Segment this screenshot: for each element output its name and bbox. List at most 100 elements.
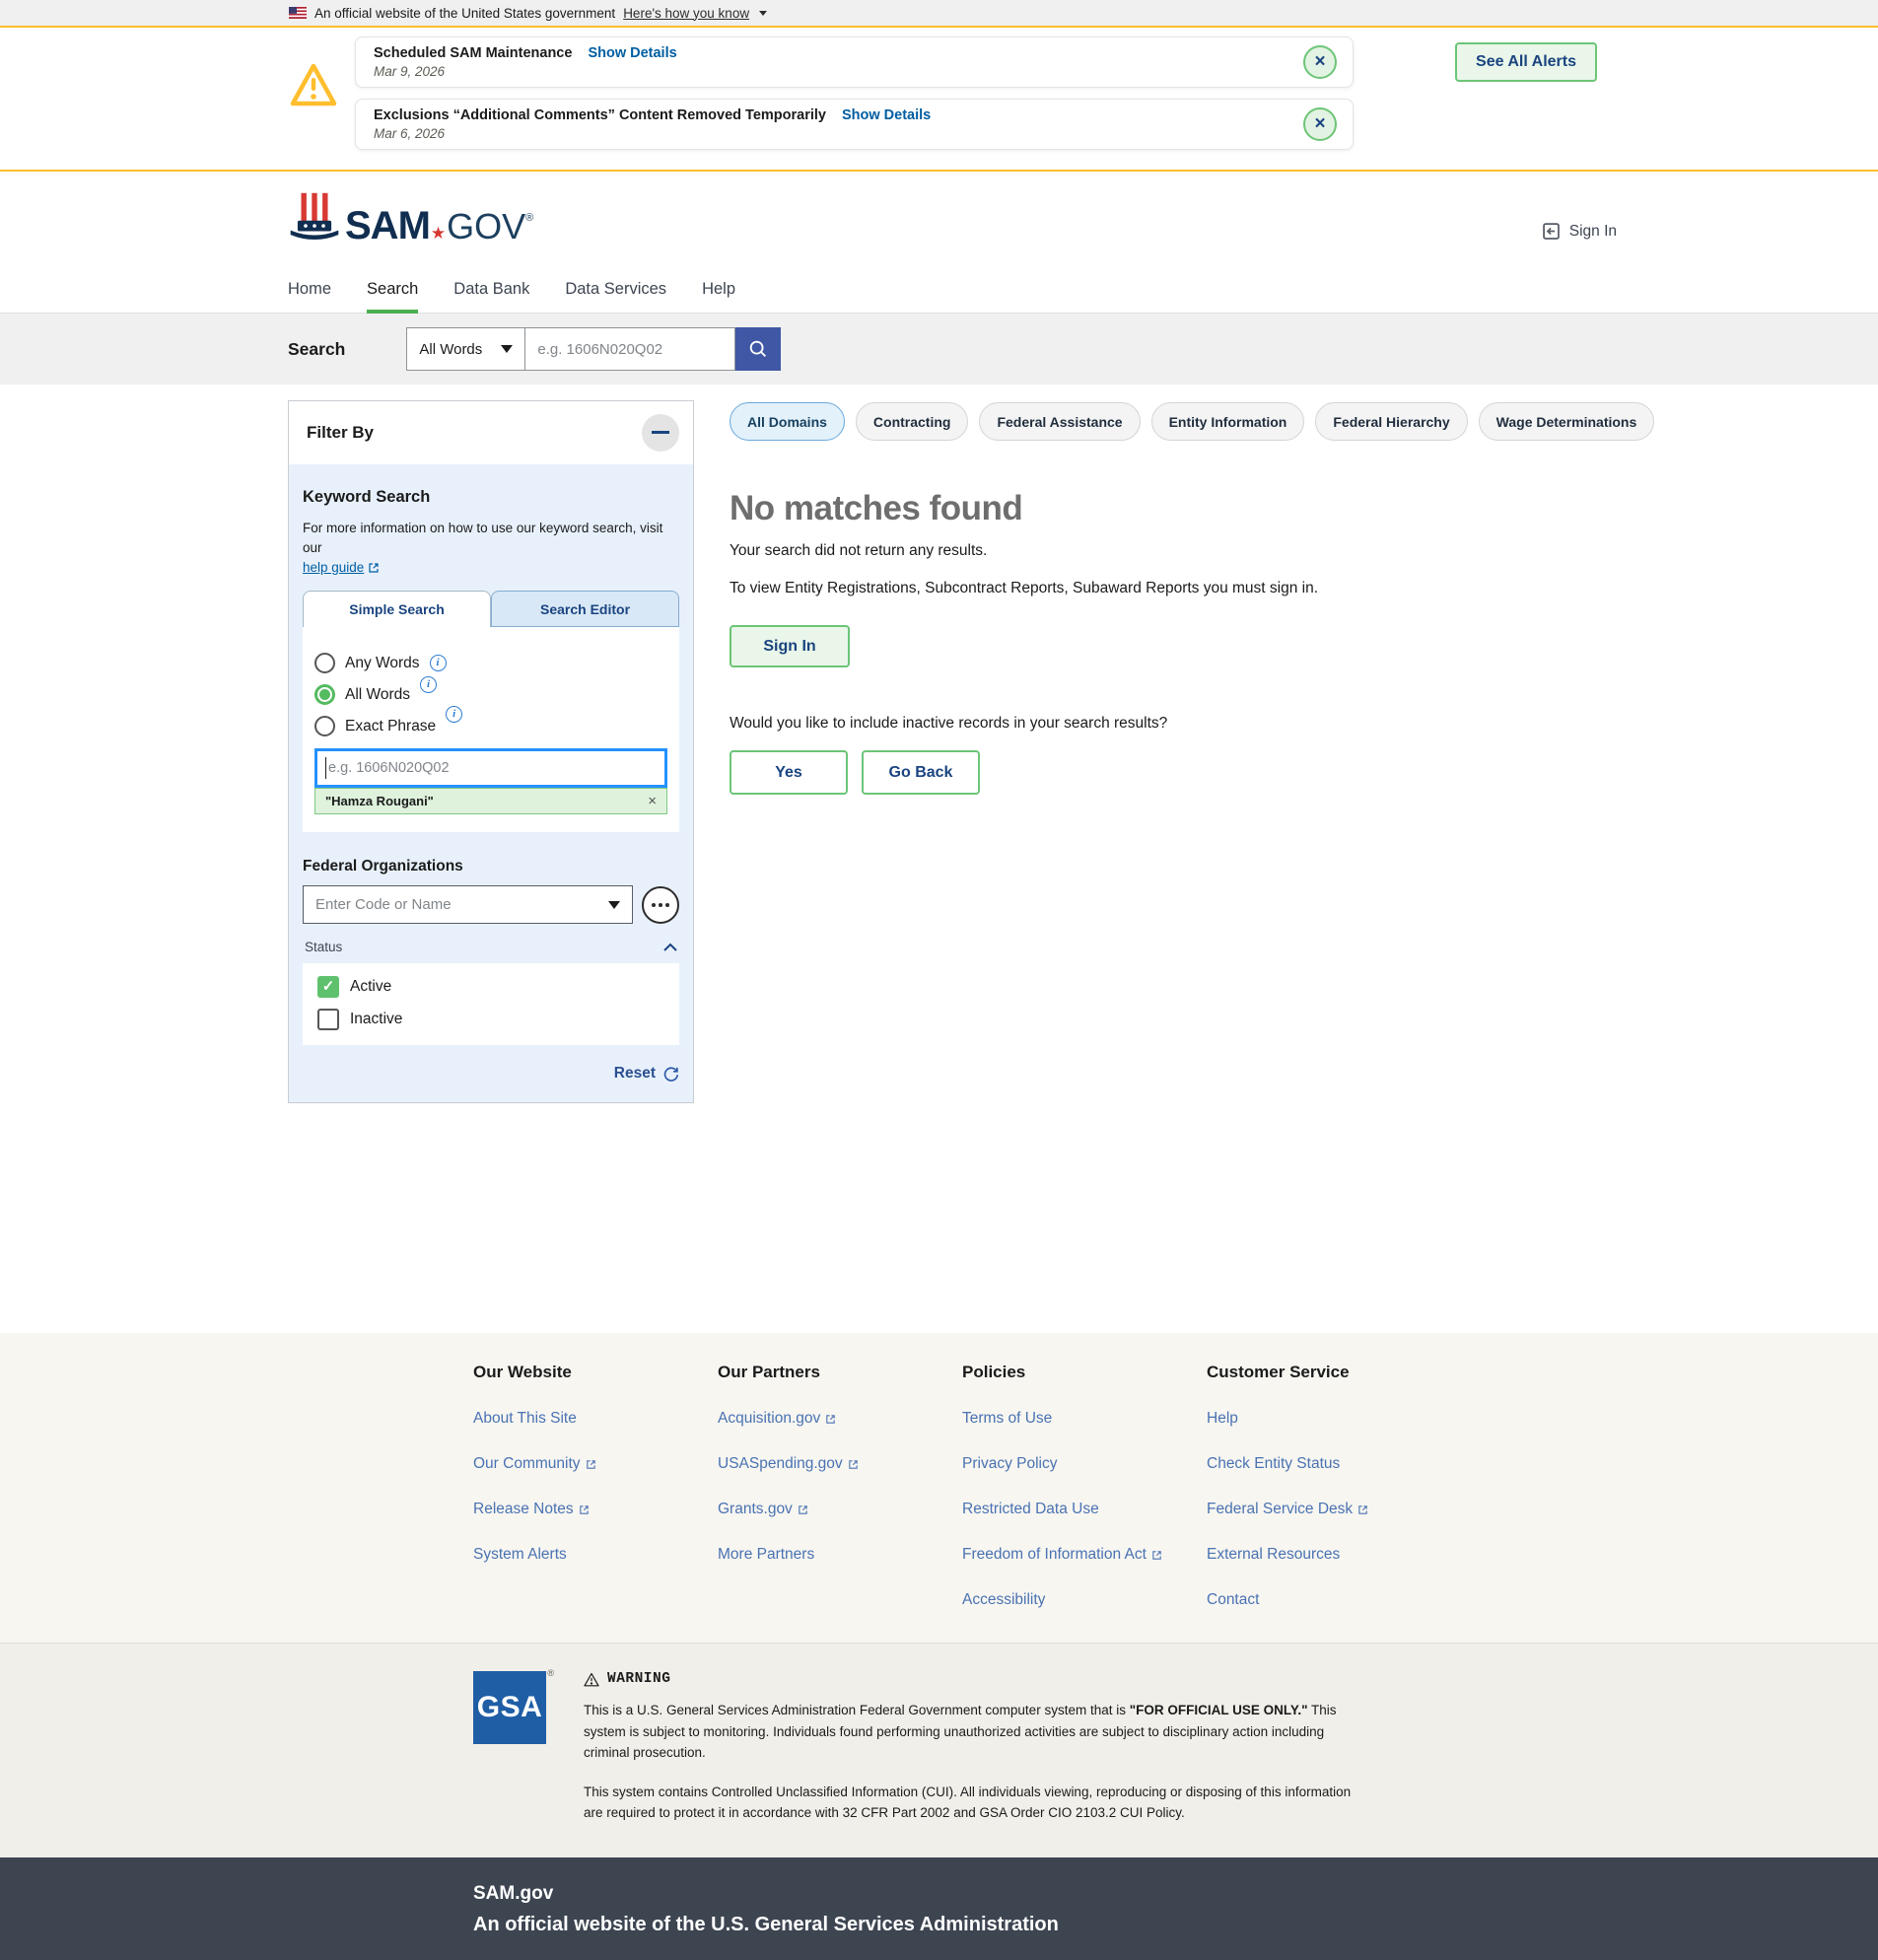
keyword-help-text: For more information on how to use our k… <box>303 519 679 557</box>
nav-item-data-bank[interactable]: Data Bank <box>453 267 529 314</box>
see-all-alerts-button[interactable]: See All Alerts <box>1455 42 1597 82</box>
simple-search-tab-panel: Any Words i All Words i Exact Phrase i e… <box>303 627 679 832</box>
checkbox-active[interactable]: ✓ <box>317 976 339 998</box>
federal-orgs-placeholder: Enter Code or Name <box>315 896 452 913</box>
nav-item-data-services[interactable]: Data Services <box>565 267 666 314</box>
radio-any-words[interactable] <box>314 653 335 673</box>
warning-icon <box>584 1672 599 1687</box>
federal-orgs-more-button[interactable] <box>642 886 679 924</box>
warning-p1-bold: "FOR OFFICIAL USE ONLY." <box>1130 1703 1308 1717</box>
radio-exact-phrase[interactable] <box>314 716 335 736</box>
search-scope-value: All Words <box>419 341 482 358</box>
main-content: Filter By Keyword Search For more inform… <box>0 385 1878 1333</box>
keyword-input-placeholder: e.g. 1606N020Q02 <box>328 760 450 776</box>
filter-collapse-button[interactable] <box>642 414 679 452</box>
footer-link-accessibility[interactable]: Accessibility <box>962 1591 1207 1609</box>
go-back-button[interactable]: Go Back <box>862 750 980 795</box>
logo-registered-mark: ® <box>525 213 533 224</box>
tab-search-editor[interactable]: Search Editor <box>491 591 679 627</box>
reset-icon <box>662 1066 679 1083</box>
checkbox-inactive-label: Inactive <box>350 1011 402 1028</box>
alert-date: Mar 6, 2026 <box>374 126 1293 141</box>
footer-link-external-resources[interactable]: External Resources <box>1207 1546 1451 1564</box>
radio-all-words[interactable] <box>314 684 335 705</box>
pill-entity-information[interactable]: Entity Information <box>1151 402 1305 441</box>
close-icon: × <box>1314 113 1325 134</box>
banner-how-you-know-link[interactable]: Here's how you know <box>623 6 749 21</box>
footer-official-statement: An official website of the U.S. General … <box>473 1914 1878 1936</box>
sign-in-label: Sign In <box>1569 223 1617 241</box>
sign-in-button[interactable]: Sign In <box>730 625 850 667</box>
warning-paragraph-1: This is a U.S. General Services Administ… <box>584 1700 1372 1764</box>
nav-item-home[interactable]: Home <box>288 267 331 314</box>
alert-title: Scheduled SAM Maintenance <box>374 45 572 61</box>
keyword-search-input[interactable]: e.g. 1606N020Q02 <box>314 748 667 788</box>
federal-orgs-combobox[interactable]: Enter Code or Name <box>303 885 633 924</box>
footer-link-federal-service-desk[interactable]: Federal Service Desk <box>1207 1501 1451 1518</box>
footer-link-about-this-site[interactable]: About This Site <box>473 1410 718 1428</box>
info-icon[interactable]: i <box>420 676 437 693</box>
checkbox-inactive[interactable] <box>317 1009 339 1030</box>
footer-link-label: More Partners <box>718 1546 814 1564</box>
help-guide-link[interactable]: help guide <box>303 560 380 575</box>
footer-link-restricted-data-use[interactable]: Restricted Data Use <box>962 1501 1207 1518</box>
footer-links: Our Website About This Site Our Communit… <box>0 1333 1878 1643</box>
footer-link-label: System Alerts <box>473 1546 567 1564</box>
footer-link-contact[interactable]: Contact <box>1207 1591 1451 1609</box>
alert-close-button[interactable]: × <box>1303 107 1337 141</box>
keyword-search-tabs: Simple Search Search Editor <box>303 591 679 627</box>
external-link-icon <box>368 562 380 574</box>
domain-pills: All Domains Contracting Federal Assistan… <box>730 402 1597 441</box>
footer-link-check-entity-status[interactable]: Check Entity Status <box>1207 1455 1451 1473</box>
pill-wage-determinations[interactable]: Wage Determinations <box>1479 402 1655 441</box>
search-scope-select[interactable]: All Words <box>406 327 525 371</box>
footer-link-privacy-policy[interactable]: Privacy Policy <box>962 1455 1207 1473</box>
checkbox-active-label: Active <box>350 978 391 996</box>
footer-link-usaspending-gov[interactable]: USASpending.gov <box>718 1455 962 1473</box>
footer-col-customer-service: Customer Service <box>1207 1363 1451 1382</box>
footer-col-our-partners: Our Partners <box>718 1363 962 1382</box>
footer-link-foia[interactable]: Freedom of Information Act <box>962 1546 1207 1564</box>
footer-link-label: Accessibility <box>962 1591 1045 1609</box>
footer-link-release-notes[interactable]: Release Notes <box>473 1501 718 1518</box>
footer-link-grants-gov[interactable]: Grants.gov <box>718 1501 962 1518</box>
alert-close-button[interactable]: × <box>1303 45 1337 79</box>
sam-gov-logo[interactable]: SAM★GOV® <box>288 190 533 245</box>
tab-simple-search[interactable]: Simple Search <box>303 591 491 627</box>
nav-item-help[interactable]: Help <box>702 267 735 314</box>
filter-reset[interactable]: Reset <box>303 1065 679 1083</box>
footer-link-terms-of-use[interactable]: Terms of Use <box>962 1410 1207 1428</box>
footer-link-help[interactable]: Help <box>1207 1410 1451 1428</box>
pill-federal-hierarchy[interactable]: Federal Hierarchy <box>1315 402 1467 441</box>
banner-text: An official website of the United States… <box>314 6 615 21</box>
header-sign-in-link[interactable]: Sign In <box>1541 221 1617 242</box>
alert-card: Exclusions “Additional Comments” Content… <box>355 99 1354 150</box>
header-search-input[interactable] <box>525 327 735 371</box>
info-icon[interactable]: i <box>430 655 447 671</box>
chip-remove-icon[interactable]: × <box>648 793 657 809</box>
chevron-up-icon[interactable] <box>663 943 677 951</box>
alert-title: Exclusions “Additional Comments” Content… <box>374 107 826 123</box>
footer-link-system-alerts[interactable]: System Alerts <box>473 1546 718 1564</box>
search-submit-button[interactable] <box>735 327 781 371</box>
footer-link-label: USASpending.gov <box>718 1455 843 1473</box>
info-icon[interactable]: i <box>446 706 462 723</box>
external-link-icon <box>1357 1505 1368 1515</box>
footer-link-acquisition-gov[interactable]: Acquisition.gov <box>718 1410 962 1428</box>
gsa-registered-mark: ® <box>547 1668 554 1678</box>
alert-show-details-link[interactable]: Show Details <box>842 107 931 123</box>
keyword-chip-label: "Hamza Rougani" <box>325 794 434 808</box>
footer-link-our-community[interactable]: Our Community <box>473 1455 718 1473</box>
warning-paragraph-2: This system contains Controlled Unclassi… <box>584 1782 1372 1824</box>
alert-show-details-link[interactable]: Show Details <box>588 45 676 61</box>
yes-button[interactable]: Yes <box>730 750 848 795</box>
footer-col-our-website: Our Website <box>473 1363 718 1382</box>
footer-link-label: Grants.gov <box>718 1501 793 1518</box>
footer-link-label: Terms of Use <box>962 1410 1052 1428</box>
pill-contracting[interactable]: Contracting <box>856 402 969 441</box>
nav-item-search[interactable]: Search <box>367 267 418 314</box>
footer-identity: SAM.gov An official website of the U.S. … <box>0 1857 1878 1960</box>
footer-link-more-partners[interactable]: More Partners <box>718 1546 962 1564</box>
pill-federal-assistance[interactable]: Federal Assistance <box>979 402 1140 441</box>
pill-all-domains[interactable]: All Domains <box>730 402 845 441</box>
